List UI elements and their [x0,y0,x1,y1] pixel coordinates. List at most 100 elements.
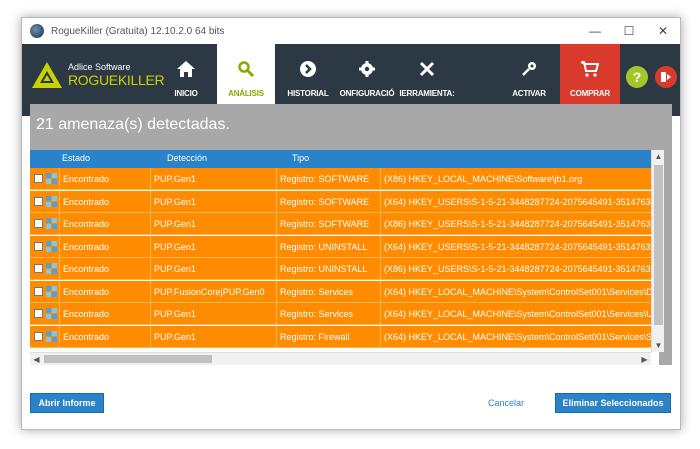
search-icon [238,54,254,84]
cancel-button[interactable]: Cancelar [488,398,524,408]
table-row[interactable]: Encontrado PUP.Gen1 Registro: SOFTWARE (X64… [30,190,659,213]
registry-icon [46,218,57,229]
cell-deteccion: PUP.Gen1 [150,190,276,213]
cell-tipo: Registro: UNINSTALL [276,258,380,280]
row-checkbox[interactable] [34,219,43,228]
cell-deteccion: PUP.Gen1 [150,213,276,235]
nav-herramientas-label: IERRAMIENTA: [399,89,455,98]
scroll-right-icon[interactable]: ▶ [638,353,651,366]
nav-comprar-label: COMPRAR [570,89,610,98]
registry-icon [46,285,57,297]
row-checkbox[interactable] [34,174,43,183]
cell-path: (X64) HKEY_LOCAL_MACHINE\System\ControlS… [380,280,659,303]
threats-count-title: 21 amenaza(s) detectadas. [36,116,230,133]
cell-deteccion: PUP.FusionCore|PUP.Gen0 [150,280,276,303]
cell-deteccion: PUP.Gen1 [150,168,276,190]
maximize-button[interactable]: ☐ [612,18,646,44]
close-window-button[interactable]: ✕ [646,18,680,44]
table-row[interactable]: Encontrado PUP.FusionCore|PUP.Gen0 Registr… [30,280,659,303]
cart-icon [581,54,599,84]
gear-icon [359,54,375,84]
table-header: Estado Detección Tipo [30,150,659,168]
cell-tipo: Registro: SOFTWARE [276,190,380,213]
table-row[interactable]: Encontrado PUP.Gen1 Registro: Firewall (X64… [30,325,659,348]
cell-estado: Encontrado [59,303,150,325]
nav-historial-label: HISTORIAL [287,89,329,98]
home-icon [177,54,195,84]
cell-deteccion: PUP.Gen1 [150,325,276,348]
cell-path: (X64) HKEY_LOCAL_MACHINE\System\ControlS… [380,303,659,325]
threats-table: Estado Detección Tipo Encontrado PUP.Gen1… [30,150,659,367]
table-row[interactable]: Encontrado PUP.Gen1 Registro: Services (X64… [30,303,659,325]
cell-tipo: Registro: SOFTWARE [276,213,380,235]
table-row[interactable]: Encontrado PUP.Gen1 Registro: SOFTWARE (X86… [30,213,659,235]
cell-estado: Encontrado [59,258,150,280]
exit-icon [661,72,671,82]
cell-path: (X64) HKEY_USERS\S-1-5-21-3448287724-207… [380,190,659,213]
row-checkbox[interactable] [34,286,43,296]
triangle-logo-icon [32,62,62,88]
registry-icon [46,240,57,252]
table-row[interactable]: Encontrado PUP.Gen1 Registro: UNINSTALL (X8… [30,258,659,280]
cell-estado: Encontrado [59,213,150,235]
brand-name: ROGUEKILLER [68,72,165,88]
cell-path: (X86) HKEY_USERS\S-1-5-21-3448287724-207… [380,213,659,235]
cell-deteccion: PUP.Gen1 [150,303,276,325]
column-deteccion[interactable]: Detección [167,153,207,163]
open-report-button[interactable]: Abrir Informe [30,393,104,413]
cell-path: (X64) HKEY_LOCAL_MACHINE\System\ControlS… [380,325,659,348]
cell-tipo: Registro: SOFTWARE [276,168,380,190]
cell-path: (X86) HKEY_USERS\S-1-5-21-3448287724-207… [380,258,659,280]
key-icon [521,54,537,84]
cell-path: (X86) HKEY_LOCAL_MACHINE\Software\jb1.or… [380,168,659,190]
scroll-down-icon[interactable]: ▼ [652,339,665,352]
app-window: RogueKiller (Gratuita) 12.10.2.0 64 bits… [21,17,681,430]
row-checkbox[interactable] [34,196,43,206]
column-tipo[interactable]: Tipo [292,153,309,163]
brand-subtitle: Adlice Software [68,62,131,72]
nav-configuracion-label: ONFIGURACIÓ [339,89,395,98]
cell-estado: Encontrado [59,325,150,348]
cell-estado: Encontrado [59,235,150,258]
table-row[interactable]: Encontrado PUP.Gen1 Registro: UNINSTALL (X6… [30,235,659,258]
nav-activar-label: ACTIVAR [512,89,546,98]
row-checkbox[interactable] [34,309,43,318]
registry-icon [46,330,57,342]
registry-icon [46,263,57,274]
scroll-up-icon[interactable]: ▲ [652,150,665,163]
cell-tipo: Registro: UNINSTALL [276,235,380,258]
nav-inicio-label: INICIO [174,89,198,98]
row-checkbox[interactable] [34,331,43,341]
registry-icon [46,195,57,207]
vertical-scroll-thumb[interactable] [654,165,663,325]
cell-deteccion: PUP.Gen1 [150,235,276,258]
registry-icon [46,308,57,319]
exit-button[interactable] [655,66,677,88]
row-checkbox[interactable] [34,241,43,251]
vertical-scrollbar[interactable]: ▲ ▼ [651,150,664,352]
help-button[interactable]: ? [626,66,648,88]
horizontal-scroll-thumb[interactable] [44,355,212,363]
remove-selected-button[interactable]: Eliminar Seleccionados [555,393,671,413]
tools-icon [419,54,435,84]
cell-deteccion: PUP.Gen1 [150,258,276,280]
cell-path: (X64) HKEY_USERS\S-1-5-21-3448287724-207… [380,235,659,258]
minimize-button[interactable]: — [578,18,612,44]
roguekiller-app-icon [30,24,44,38]
cell-tipo: Registro: Services [276,280,380,303]
scroll-left-icon[interactable]: ◀ [30,353,43,366]
cell-estado: Encontrado [59,168,150,190]
cell-estado: Encontrado [59,280,150,303]
cell-tipo: Registro: Services [276,303,380,325]
cell-tipo: Registro: Firewall [276,325,380,348]
window-title: RogueKiller (Gratuita) 12.10.2.0 64 bits [51,25,225,37]
horizontal-scrollbar[interactable]: ◀ ▶ [30,352,651,365]
history-icon [300,54,316,84]
column-estado[interactable]: Estado [62,153,90,163]
title-bar: RogueKiller (Gratuita) 12.10.2.0 64 bits… [22,18,680,44]
cell-estado: Encontrado [59,190,150,213]
table-row[interactable]: Encontrado PUP.Gen1 Registro: SOFTWARE (X86… [30,168,659,190]
registry-icon [46,173,57,184]
row-checkbox[interactable] [34,264,43,273]
nav-analisis-label: ANÁLISIS [228,89,264,98]
